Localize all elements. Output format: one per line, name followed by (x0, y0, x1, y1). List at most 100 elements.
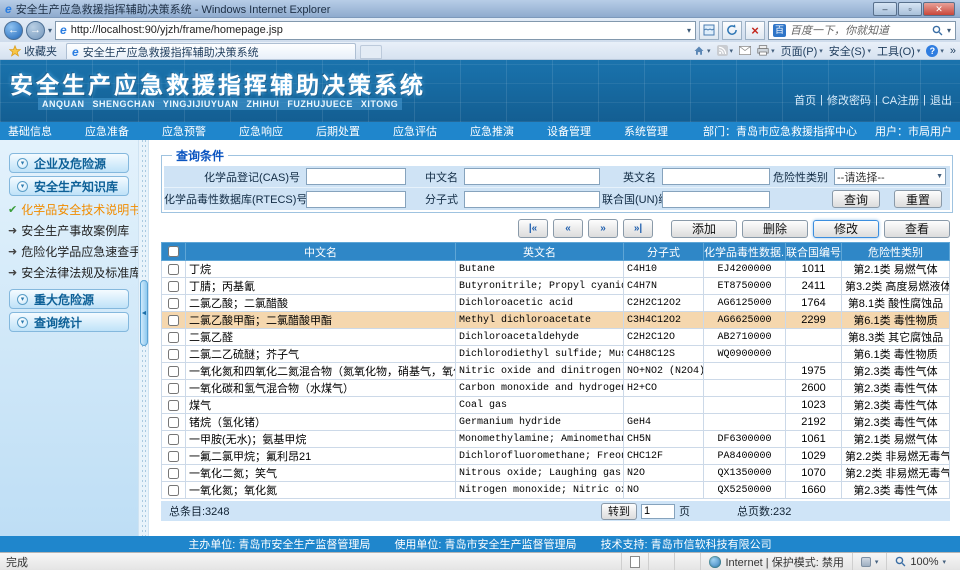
goto-button[interactable]: 转到 (601, 503, 637, 520)
row-checkbox[interactable] (168, 417, 179, 428)
table-row[interactable]: 一氧化碳和氢气混合物（水煤气）Carbon monoxide and hydro… (162, 380, 950, 397)
nav-item-设备管理[interactable]: 设备管理 (547, 123, 591, 139)
minimize-button[interactable]: – (873, 2, 897, 16)
smartscreen-segment[interactable]: ▾ (852, 553, 887, 570)
refresh-button[interactable] (722, 21, 742, 40)
row-checkbox[interactable] (168, 366, 179, 377)
header-link[interactable]: 退出 (930, 92, 952, 108)
row-checkbox[interactable] (168, 485, 179, 496)
rtecs-input[interactable] (306, 191, 406, 208)
new-tab-button[interactable] (360, 45, 382, 59)
sidebar-group-查询统计[interactable]: ▾查询统计 (9, 312, 129, 332)
table-row[interactable]: 锗烷（氢化锗）Germanium hydrideGeH42192第2.3类 毒性… (162, 414, 950, 431)
table-row[interactable]: 一氧化氮和四氧化二氮混合物（氮氧化物，硝基气，氧化氮气体）Nitric oxid… (162, 363, 950, 380)
row-checkbox[interactable] (168, 383, 179, 394)
nav-item-应急准备[interactable]: 应急准备 (85, 123, 129, 139)
sidebar-item-危险化学品应急速查手...[interactable]: ➜危险化学品应急速查手... (0, 241, 138, 262)
row-checkbox[interactable] (168, 434, 179, 445)
table-row[interactable]: 二氯乙酸；二氯醋酸Dichloroacetic acidC2H2C12O2AG6… (162, 295, 950, 312)
browser-tab[interactable]: e 安全生产应急救援指挥辅助决策系统 (66, 43, 356, 59)
command-overflow-button[interactable]: » (950, 45, 956, 57)
table-row[interactable]: 一氧化二氮；笑气Nitrous oxide; Laughing gasN2OQX… (162, 465, 950, 482)
home-button[interactable]: ▾ (693, 45, 711, 57)
reset-button[interactable]: 重置 (894, 190, 942, 208)
select-all-checkbox[interactable] (168, 246, 179, 257)
table-row[interactable]: 二氯乙酸甲酯；二氯醋酸甲酯Methyl dichloroacetateC3H4C… (162, 312, 950, 329)
safety-menu[interactable]: 安全(S)▾ (829, 43, 871, 59)
table-row[interactable]: 一氟二氯甲烷；氟利昂21Dichlorofluoromethane; Freon… (162, 448, 950, 465)
table-row[interactable]: 丁烷ButaneC4H10EJ42000001011第2.1类 易燃气体 (162, 261, 950, 278)
sidebar-item-安全生产事故案例库[interactable]: ➜安全生产事故案例库 (0, 220, 138, 241)
cas-input[interactable] (306, 168, 406, 185)
row-checkbox[interactable] (168, 315, 179, 326)
compatibility-view-button[interactable] (699, 21, 719, 40)
next-page-button[interactable]: » (588, 219, 618, 238)
read-mail-button[interactable] (739, 46, 751, 55)
maximize-button[interactable]: ▫ (898, 2, 922, 16)
nav-item-应急评估[interactable]: 应急评估 (393, 123, 437, 139)
address-dropdown-caret[interactable]: ▾ (687, 26, 691, 35)
view-button[interactable]: 查看 (884, 220, 950, 238)
search-button[interactable]: 查询 (832, 190, 880, 208)
print-button[interactable]: ▾ (757, 45, 775, 56)
sidebar-collapse-handle[interactable]: ◄ (140, 280, 148, 346)
back-button[interactable]: ← (4, 21, 23, 40)
table-row[interactable]: 煤气Coal gas1023第2.3类 毒性气体 (162, 397, 950, 414)
zoom-segment[interactable]: 100% ▾ (886, 553, 954, 570)
prev-page-button[interactable]: « (553, 219, 583, 238)
table-row[interactable]: 一甲胺(无水)；氨基甲烷Monomethylamine; Aminomethan… (162, 431, 950, 448)
last-page-button[interactable]: »| (623, 219, 653, 238)
un-number-input[interactable] (662, 191, 770, 208)
row-checkbox[interactable] (168, 400, 179, 411)
page-menu[interactable]: 页面(P)▾ (781, 43, 823, 59)
nav-item-后期处置[interactable]: 后期处置 (316, 123, 360, 139)
delete-button[interactable]: 删除 (742, 220, 808, 238)
search-box[interactable]: 百 百度一下，你就知道 ▾ (768, 21, 956, 40)
danger-class-select[interactable]: --请选择-- ▼ (834, 168, 946, 185)
add-button[interactable]: 添加 (671, 220, 737, 238)
row-checkbox[interactable] (168, 332, 179, 343)
sidebar-item-化学品安全技术说明书[interactable]: ✔化学品安全技术说明书 (0, 199, 138, 220)
favorites-button[interactable]: 收藏夹 (4, 43, 62, 59)
modify-button[interactable]: 修改 (813, 220, 879, 238)
table-row[interactable]: 二氯乙醛DichloroacetaldehydeC2H2C12OAB271000… (162, 329, 950, 346)
chinese-name-input[interactable] (464, 168, 600, 185)
header-link[interactable]: 修改密码 (827, 92, 871, 108)
row-checkbox[interactable] (168, 349, 179, 360)
table-row[interactable]: 丁腈；丙基氰Butyronitrile; Propyl cyanideC4H7N… (162, 278, 950, 295)
table-row[interactable]: 一氧化氮；氧化氮Nitrogen monoxide; Nitric oxideN… (162, 482, 950, 499)
sidebar-item-安全法律法规及标准库[interactable]: ➜安全法律法规及标准库 (0, 262, 138, 283)
address-field[interactable]: e http://localhost:90/yjzh/frame/homepag… (55, 21, 696, 40)
row-checkbox[interactable] (168, 264, 179, 275)
table-row[interactable]: 二氯二乙硫醚；芥子气Dichlorodiethyl sulfide; Musta… (162, 346, 950, 363)
forward-button[interactable]: → (26, 21, 45, 40)
nav-item-基础信息[interactable]: 基础信息 (8, 123, 52, 139)
help-menu[interactable]: ?▾ (926, 45, 944, 57)
nav-item-应急推演[interactable]: 应急推演 (470, 123, 514, 139)
search-options-caret[interactable]: ▾ (947, 26, 951, 35)
nav-item-应急预警[interactable]: 应急预警 (162, 123, 206, 139)
row-checkbox[interactable] (168, 281, 179, 292)
header-link[interactable]: 首页 (794, 92, 816, 108)
page-number-input[interactable] (641, 504, 675, 519)
print-caret[interactable]: ▾ (771, 47, 775, 55)
tools-menu[interactable]: 工具(O)▾ (877, 43, 920, 59)
recent-pages-caret[interactable]: ▾ (48, 26, 52, 35)
english-name-input[interactable] (662, 168, 770, 185)
search-icon[interactable] (932, 25, 943, 36)
sidebar-group-安全生产知识库[interactable]: ▾安全生产知识库 (9, 176, 129, 196)
home-caret[interactable]: ▾ (707, 47, 711, 55)
feeds-caret[interactable]: ▾ (730, 47, 734, 55)
row-checkbox[interactable] (168, 298, 179, 309)
formula-input[interactable] (464, 191, 600, 208)
header-link[interactable]: CA注册 (882, 92, 919, 108)
sidebar-splitter[interactable]: ◄ (138, 140, 149, 536)
stop-button[interactable]: × (745, 21, 765, 40)
nav-item-应急响应[interactable]: 应急响应 (239, 123, 283, 139)
nav-item-系统管理[interactable]: 系统管理 (624, 123, 668, 139)
sidebar-group-重大危险源[interactable]: ▾重大危险源 (9, 289, 129, 309)
sidebar-group-企业及危险源[interactable]: ▾企业及危险源 (9, 153, 129, 173)
close-button[interactable]: ✕ (923, 2, 955, 16)
row-checkbox[interactable] (168, 451, 179, 462)
first-page-button[interactable]: |« (518, 219, 548, 238)
